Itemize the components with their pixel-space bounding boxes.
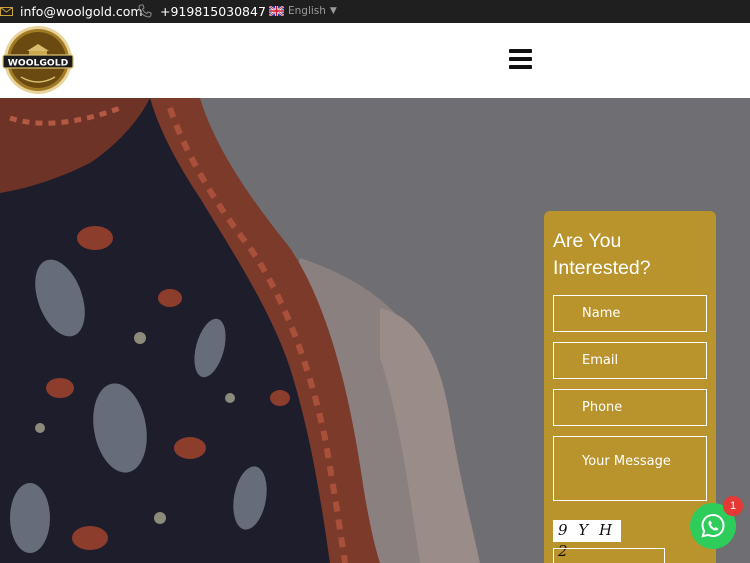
form-title: Are You Interested? [553,228,703,282]
svg-text:WOOLGOLD: WOOLGOLD [8,58,69,69]
form-title-line1: Are You [553,230,622,252]
hamburger-icon [509,49,532,53]
message-textarea[interactable]: Your Message [553,436,707,501]
top-bar: info@woolgold.com +919815030847 English … [0,0,750,23]
email-input[interactable]: Email [553,342,707,379]
name-input[interactable]: Name [553,295,707,332]
whatsapp-icon [701,513,725,538]
woolgold-logo[interactable]: WOOLGOLD [1,25,75,95]
envelope-icon [0,7,13,16]
hamburger-line [509,65,532,69]
email-link[interactable]: info@woolgold.com [20,4,143,19]
language-selector[interactable]: English ▼ [269,5,337,17]
phone-icon [138,4,152,18]
captcha-input[interactable] [553,548,665,563]
form-title-line2: Interested? [553,257,651,279]
language-label: English [288,5,326,17]
phone-input[interactable]: Phone [553,389,707,426]
captcha-image: 9 Y H 2 [553,520,621,560]
hamburger-line [509,57,532,61]
notification-badge: 1 [723,496,743,516]
menu-button[interactable] [509,49,532,71]
caret-down-icon: ▼ [329,6,337,16]
phone-link[interactable]: +919815030847 [160,4,266,19]
uk-flag-icon [269,6,284,16]
site-header: WOOLGOLD [0,23,750,98]
